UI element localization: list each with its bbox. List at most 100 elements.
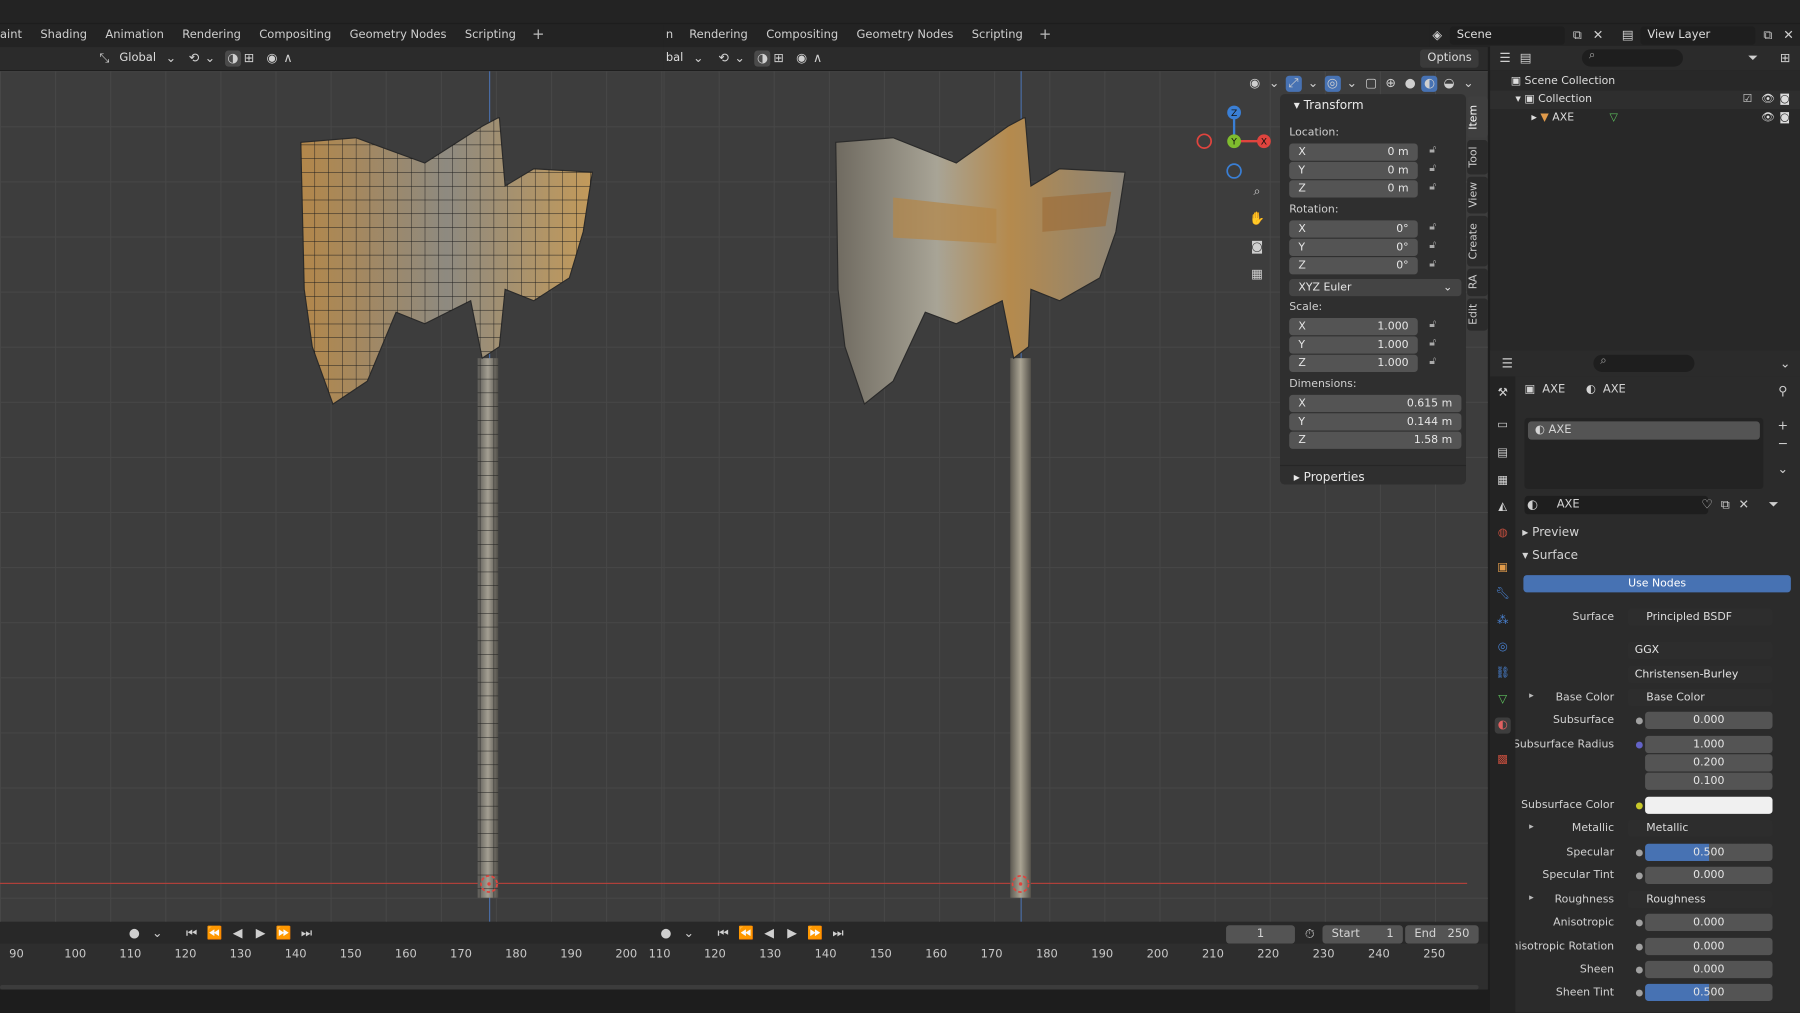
material-tab-icon[interactable]: ◐	[1494, 717, 1511, 734]
delete-view-layer-icon[interactable]: ✕	[1781, 28, 1797, 44]
object-tab-icon[interactable]: ▣	[1495, 560, 1511, 576]
dimensions-x-row[interactable]: X 0.615 m	[1289, 394, 1466, 412]
snap-target-icon[interactable]: ⊞	[771, 51, 787, 67]
material-slot-item[interactable]: ◐ AXE	[1527, 421, 1760, 440]
scene-icon[interactable]: ◈	[1429, 28, 1445, 44]
editor-type-icon[interactable]: ☰	[1499, 355, 1515, 371]
rotation-y-row[interactable]: Y 0° 🔓︎	[1289, 238, 1466, 256]
tab-rendering-2[interactable]: Rendering	[680, 24, 757, 47]
display-mode-icon[interactable]: ▤	[1518, 50, 1534, 66]
play-icon[interactable]: ▶	[253, 925, 269, 941]
subsurface-radius-field[interactable]: 0.100	[1645, 772, 1773, 790]
lock-icon[interactable]: 🔓︎	[1429, 145, 1443, 159]
chevron-down-icon[interactable]: ⌄	[1266, 76, 1282, 92]
tab-edit[interactable]: Edit	[1467, 298, 1488, 331]
view-layer-icon[interactable]: ▤	[1620, 28, 1636, 44]
orientation-dropdown[interactable]: Global	[113, 49, 163, 67]
view-layer-field[interactable]: View Layer	[1640, 26, 1756, 45]
chevron-down-icon[interactable]: ⌄	[732, 51, 748, 67]
outliner-collection[interactable]: ▾ ▣ Collection ☑ 👁︎ ◙	[1490, 90, 1800, 110]
material-browse-icon[interactable]: ◐	[1525, 497, 1541, 513]
checkbox-icon[interactable]: ☑	[1743, 91, 1753, 109]
viewport-left[interactable]	[0, 71, 664, 922]
jump-end-icon[interactable]: ⏭	[298, 925, 314, 941]
pivot-icon[interactable]: ⟲	[716, 51, 732, 67]
subsurface-radius-field[interactable]: 1.000	[1645, 735, 1773, 754]
transform-orientation-icon[interactable]: ⤡	[96, 51, 112, 67]
view-layer-tab-icon[interactable]: ▦	[1495, 473, 1511, 489]
subsurface-radius-field[interactable]: 0.200	[1645, 754, 1773, 772]
chevron-down-icon[interactable]: ⌄	[163, 51, 179, 67]
rotation-z-row[interactable]: Z 0° 🔓︎	[1289, 256, 1466, 274]
next-keyframe-icon[interactable]: ⏩	[807, 925, 823, 941]
tab-geometry-nodes[interactable]: Geometry Nodes	[340, 24, 455, 47]
rotation-mode-row[interactable]: XYZ Euler ⌄	[1289, 278, 1466, 296]
linked-socket-field[interactable]: Roughness	[1627, 890, 1773, 909]
editor-type-icon[interactable]: ☰	[1497, 50, 1513, 66]
location-x-row[interactable]: X 0 m 🔓︎	[1289, 142, 1466, 161]
camera-icon[interactable]: ◙	[1249, 239, 1265, 255]
lock-icon[interactable]: 🔓︎	[1429, 181, 1443, 195]
outliner-scene-collection[interactable]: ▣ Scene Collection	[1490, 72, 1800, 90]
tab-compositing-2[interactable]: Compositing	[757, 24, 847, 47]
socket-value-field[interactable]: 0.000	[1645, 866, 1773, 884]
socket-value-field[interactable]: 0.500	[1645, 983, 1773, 1002]
chevron-down-icon[interactable]: ⌄	[1460, 76, 1476, 92]
proportional-edit-icon[interactable]: ◉	[794, 51, 810, 67]
material-slot-list[interactable]: ◐ AXE	[1524, 417, 1764, 490]
add-workspace-button[interactable]: +	[525, 24, 551, 47]
snap-target-icon[interactable]: ⊞	[241, 51, 257, 67]
rendered-shading-icon[interactable]: ◒	[1441, 76, 1457, 92]
lock-icon[interactable]: 🔓︎	[1429, 338, 1443, 352]
preview-panel-header[interactable]: ▸ Preview	[1522, 526, 1579, 540]
rotation-x-row[interactable]: X 0° 🔓︎	[1289, 219, 1466, 238]
chevron-right-icon[interactable]: ▸	[1529, 821, 1534, 831]
dimensions-z-row[interactable]: Z 1.58 m	[1289, 431, 1466, 449]
lock-icon[interactable]: 🔓︎	[1429, 319, 1443, 333]
surface-panel-header[interactable]: ▾ Surface	[1522, 549, 1578, 563]
jump-end-icon[interactable]: ⏭	[830, 925, 846, 941]
socket-value-field[interactable]: 0.000	[1645, 937, 1773, 956]
particles-tab-icon[interactable]: ⁂	[1495, 613, 1511, 629]
tab-rendering[interactable]: Rendering	[173, 24, 250, 47]
chevron-down-icon[interactable]: ⌄	[690, 51, 706, 67]
chevron-down-icon[interactable]: ⌄	[681, 925, 697, 941]
scene-field[interactable]: Scene	[1449, 26, 1565, 45]
tab-animation[interactable]: Animation	[96, 24, 173, 47]
chevron-right-icon[interactable]: ▸	[1529, 892, 1534, 902]
fake-user-icon[interactable]: ♡	[1699, 497, 1715, 513]
snap-icon[interactable]: ◑	[754, 50, 771, 67]
gizmo-toggle-icon[interactable]: ⤢	[1285, 75, 1302, 92]
physics-tab-icon[interactable]: ◎	[1495, 639, 1511, 655]
constraints-tab-icon[interactable]: ⛓︎	[1495, 666, 1511, 682]
play-reverse-icon[interactable]: ◀	[230, 925, 246, 941]
grid-icon[interactable]: ▦	[1249, 266, 1265, 282]
dimensions-y-row[interactable]: Y 0.144 m	[1289, 412, 1466, 430]
new-scene-icon[interactable]: ⧉	[1569, 28, 1585, 44]
play-icon[interactable]: ▶	[784, 925, 800, 941]
tab-view[interactable]: View	[1467, 176, 1488, 214]
lock-icon[interactable]: 🔓︎	[1429, 356, 1443, 370]
remove-slot-icon[interactable]: −	[1775, 436, 1791, 452]
tab-geometry-nodes-2[interactable]: Geometry Nodes	[847, 24, 962, 47]
snap-icon[interactable]: ◑	[224, 50, 241, 67]
filter-icon[interactable]: ⏷	[1766, 497, 1782, 513]
camera-icon[interactable]: ◙	[1779, 91, 1790, 109]
filter-icon[interactable]: ⏷	[1745, 51, 1761, 67]
socket-value-field[interactable]: 0.000	[1645, 913, 1773, 932]
output-tab-icon[interactable]: ▤	[1495, 445, 1511, 461]
navigation-gizmo[interactable]: Z X Y	[1194, 101, 1274, 181]
scale-x-row[interactable]: X 1.000 🔓︎	[1289, 317, 1466, 335]
pin-icon[interactable]: ⚲	[1775, 383, 1791, 399]
pivot-icon[interactable]: ⟲	[186, 51, 202, 67]
material-name-field[interactable]: AXE	[1524, 495, 1709, 515]
duplicate-icon[interactable]: ⧉	[1717, 497, 1733, 513]
new-collection-icon[interactable]: ⊞	[1777, 51, 1793, 67]
scale-y-row[interactable]: Y 1.000 🔓︎	[1289, 335, 1466, 354]
socket-value-field[interactable]: 0.500	[1645, 843, 1773, 861]
distribution-dropdown[interactable]: GGX	[1627, 641, 1773, 659]
use-nodes-button[interactable]: Use Nodes	[1523, 575, 1791, 593]
chevron-down-icon[interactable]: ⌄	[202, 51, 218, 67]
add-workspace-button-2[interactable]: +	[1032, 24, 1058, 47]
record-icon[interactable]: ●	[658, 925, 674, 941]
